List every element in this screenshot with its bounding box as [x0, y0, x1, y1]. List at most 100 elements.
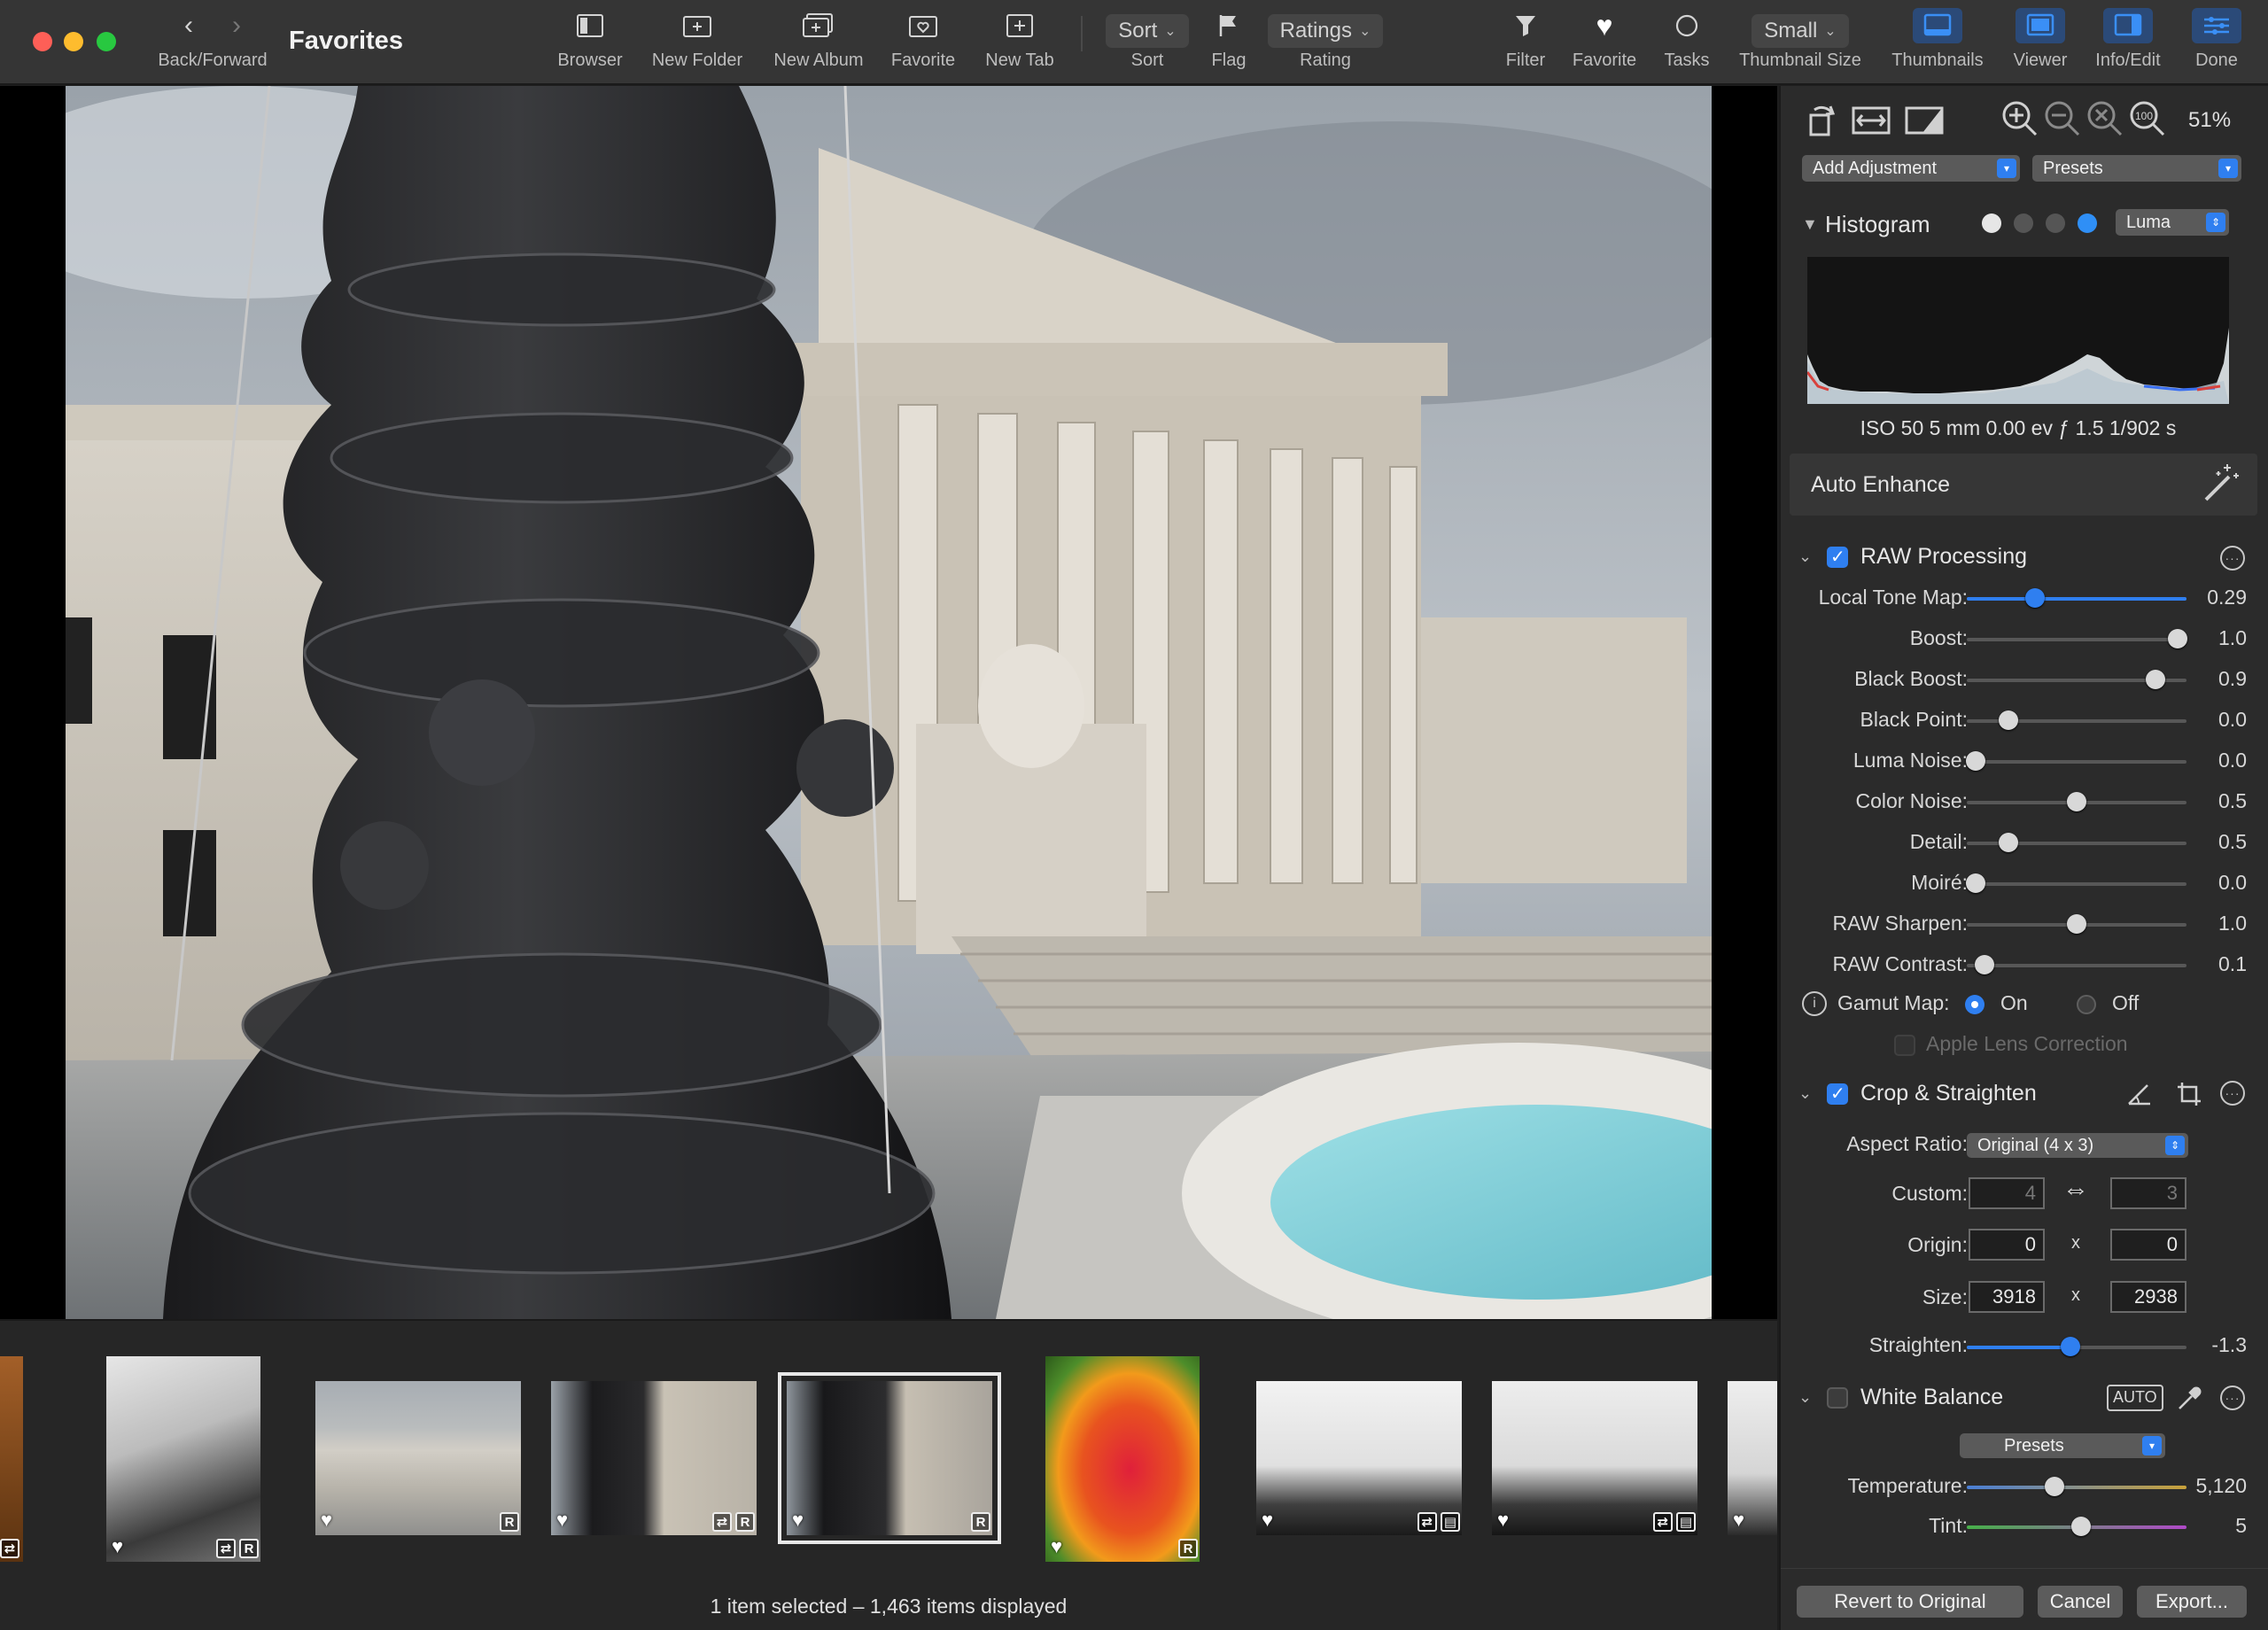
- slider-knob[interactable]: [2061, 1337, 2080, 1356]
- export-button[interactable]: Export...: [2137, 1586, 2247, 1618]
- raw-slider[interactable]: [1966, 873, 2186, 893]
- raw-processing-checkbox[interactable]: [1827, 546, 1848, 568]
- auto-white-balance-button[interactable]: AUTO: [2107, 1385, 2163, 1411]
- slider-knob[interactable]: [2045, 1477, 2064, 1496]
- raw-slider[interactable]: [1967, 833, 2186, 852]
- white-balance-checkbox[interactable]: [1827, 1387, 1848, 1409]
- white-balance-presets-popup[interactable]: Presets ▾: [1960, 1433, 2165, 1458]
- slider-knob[interactable]: [2168, 629, 2187, 648]
- thumbnail[interactable]: ♥ ⇄ ▤: [1256, 1381, 1462, 1535]
- channel-all-button[interactable]: [1982, 213, 2001, 233]
- raw-slider[interactable]: [1967, 710, 2186, 730]
- sort-popup[interactable]: Sort ⌄ Sort: [1102, 0, 1192, 85]
- more-options-icon[interactable]: ···: [2220, 1386, 2245, 1410]
- favorite-button[interactable]: ♥ Favorite: [1568, 0, 1641, 85]
- cancel-button[interactable]: Cancel: [2038, 1586, 2123, 1618]
- slider-knob[interactable]: [2067, 914, 2086, 934]
- raw-slider[interactable]: [1967, 914, 2186, 934]
- raw-slider[interactable]: [1967, 629, 2187, 648]
- thumbnail-selected[interactable]: ♥ R: [778, 1372, 1001, 1544]
- raw-slider[interactable]: [1967, 588, 2186, 608]
- chevron-right-icon[interactable]: ›: [232, 11, 241, 41]
- custom-width-field[interactable]: 4: [1969, 1177, 2045, 1209]
- thumbnail[interactable]: ⇄: [0, 1356, 23, 1562]
- disclosure-down-icon[interactable]: ▼: [1802, 215, 1818, 234]
- straighten-slider[interactable]: [1967, 1337, 2186, 1356]
- origin-y-field[interactable]: 0: [2110, 1229, 2186, 1261]
- revert-to-original-button[interactable]: Revert to Original: [1797, 1586, 2023, 1618]
- done-button[interactable]: Done: [2188, 0, 2245, 85]
- filmstrip[interactable]: ⇄ ♥ ⇄ R ♥ R ♥ ⇄ R ♥ R ♥ R ♥ ⇄ ▤ ♥ ⇄ ▤ ♥: [0, 1319, 1777, 1630]
- slider-knob[interactable]: [1999, 710, 2018, 730]
- image-viewer[interactable]: [0, 86, 1777, 1319]
- close-window-button[interactable]: [33, 32, 52, 51]
- swap-arrows-icon[interactable]: ⇔: [2062, 1175, 2089, 1205]
- raw-slider[interactable]: [1966, 751, 2186, 771]
- thumbnail[interactable]: ♥ R: [315, 1381, 521, 1535]
- gamut-on-radio[interactable]: [1965, 995, 1984, 1014]
- slider-knob[interactable]: [1966, 873, 1985, 893]
- thumbnail[interactable]: ♥ R: [1045, 1356, 1200, 1562]
- chevron-down-icon[interactable]: ⌄: [1798, 1388, 1812, 1407]
- channel-red-button[interactable]: [2014, 213, 2033, 233]
- origin-x-field[interactable]: 0: [1969, 1229, 2045, 1261]
- slider-knob[interactable]: [2146, 670, 2165, 689]
- chevron-left-icon[interactable]: ‹: [184, 11, 193, 41]
- histogram-mode-popup[interactable]: Luma ⇕: [2116, 209, 2229, 236]
- channel-blue-button[interactable]: [2078, 213, 2097, 233]
- raw-slider[interactable]: [1967, 955, 2186, 974]
- new-album-button[interactable]: New Album: [767, 0, 870, 85]
- slider-knob[interactable]: [1975, 955, 1994, 974]
- zoom-100-icon[interactable]: 100: [2128, 99, 2167, 138]
- lens-correction-checkbox[interactable]: [1894, 1035, 1915, 1056]
- temperature-slider[interactable]: [1967, 1477, 2186, 1496]
- slider-knob[interactable]: [2071, 1517, 2091, 1536]
- raw-slider[interactable]: [1967, 670, 2186, 689]
- compare-icon[interactable]: [1905, 105, 1944, 136]
- viewer-button[interactable]: Viewer: [2004, 0, 2077, 85]
- zoom-out-icon[interactable]: [2043, 99, 2082, 138]
- thumbnail[interactable]: ♥: [1728, 1381, 1777, 1535]
- size-width-field[interactable]: 3918: [1969, 1281, 2045, 1313]
- tint-slider[interactable]: [1967, 1517, 2186, 1536]
- info-icon[interactable]: i: [1802, 991, 1827, 1016]
- gamut-off-radio[interactable]: [2077, 995, 2096, 1014]
- new-tab-button[interactable]: New Tab: [982, 0, 1058, 85]
- aspect-ratio-popup[interactable]: Original (4 x 3) ⇕: [1967, 1133, 2188, 1158]
- chevron-down-icon[interactable]: ⌄: [1798, 1084, 1812, 1103]
- minimize-window-button[interactable]: [64, 32, 83, 51]
- channel-green-button[interactable]: [2046, 213, 2065, 233]
- info-edit-button[interactable]: Info/Edit: [2087, 0, 2169, 85]
- slider-knob[interactable]: [2067, 792, 2086, 811]
- zoom-window-button[interactable]: [97, 32, 116, 51]
- eyedropper-icon[interactable]: [2176, 1386, 2202, 1412]
- favorite-folder-button[interactable]: Favorite: [888, 0, 959, 85]
- slider-knob[interactable]: [1966, 751, 1985, 771]
- add-adjustment-popup[interactable]: Add Adjustment ▾: [1802, 155, 2020, 182]
- rotate-icon[interactable]: [1804, 101, 1843, 140]
- thumbnails-button[interactable]: Thumbnails: [1887, 0, 1988, 85]
- filter-button[interactable]: Filter: [1501, 0, 1550, 85]
- zoom-clear-icon[interactable]: [2085, 99, 2124, 138]
- presets-popup[interactable]: Presets ▾: [2032, 155, 2241, 182]
- new-folder-button[interactable]: New Folder: [647, 0, 748, 85]
- back-forward-control[interactable]: ‹ › Back/Forward: [151, 0, 275, 85]
- fit-width-icon[interactable]: [1852, 105, 1891, 136]
- size-height-field[interactable]: 2938: [2110, 1281, 2186, 1313]
- chevron-down-icon[interactable]: ⌄: [1798, 547, 1812, 566]
- slider-knob[interactable]: [2025, 588, 2045, 608]
- tasks-button[interactable]: Tasks: [1660, 0, 1713, 85]
- thumbnail[interactable]: ♥ ⇄ R: [106, 1356, 260, 1562]
- rating-popup[interactable]: Ratings ⌄ Rating: [1263, 0, 1387, 85]
- thumbnail[interactable]: ♥ ⇄ R: [551, 1381, 757, 1535]
- raw-slider[interactable]: [1967, 792, 2186, 811]
- browser-button[interactable]: Browser: [551, 0, 629, 85]
- zoom-in-icon[interactable]: [2000, 99, 2039, 138]
- more-options-icon[interactable]: ···: [2220, 1081, 2245, 1106]
- more-options-icon[interactable]: ···: [2220, 546, 2245, 570]
- slider-knob[interactable]: [1999, 833, 2018, 852]
- crop-checkbox[interactable]: [1827, 1083, 1848, 1105]
- flag-button[interactable]: Flag: [1205, 0, 1253, 85]
- crop-icon[interactable]: [2176, 1081, 2202, 1107]
- thumbnail-size-popup[interactable]: Small ⌄ Thumbnail Size: [1735, 0, 1866, 85]
